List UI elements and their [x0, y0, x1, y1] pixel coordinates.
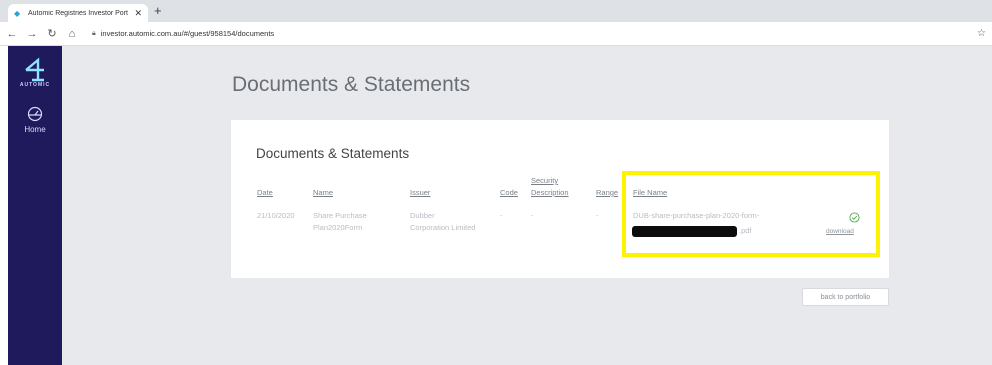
card-title: Documents & Statements — [256, 146, 410, 161]
main-content: Documents & Statements Documents & State… — [62, 46, 992, 365]
column-header-security-line1[interactable]: Security — [531, 176, 558, 186]
column-header-name[interactable]: Name — [313, 188, 333, 198]
new-tab-button[interactable]: + — [154, 4, 162, 18]
row-security-description: - — [531, 211, 534, 220]
page-title: Documents & Statements — [232, 73, 471, 96]
column-header-security-line2[interactable]: Description — [531, 188, 569, 198]
row-name-line2: Plan2020Form — [313, 223, 363, 232]
url-field[interactable]: 🔒︎ investor.automic.com.au/#/guest/95815… — [92, 29, 274, 38]
browser-tab[interactable]: ◆ Automic Registries Investor Port ✕ — [8, 4, 148, 22]
row-code: - — [500, 211, 503, 220]
home-gauge-icon[interactable] — [27, 106, 43, 122]
home-browser-icon[interactable]: ⌂ — [64, 28, 80, 40]
highlight-box — [622, 171, 880, 257]
column-header-range[interactable]: Range — [596, 188, 618, 198]
lock-icon: 🔒︎ — [92, 29, 96, 37]
reload-icon[interactable]: ↻ — [44, 27, 60, 40]
forward-arrow-icon[interactable]: → — [24, 28, 40, 40]
row-issuer-line1: Dubber — [410, 211, 435, 220]
automic-favicon-icon: ◆ — [14, 8, 21, 18]
documents-card: Documents & Statements Date Name Issuer … — [231, 120, 889, 278]
browser-tab-bar: ◆ Automic Registries Investor Port ✕ + — [0, 0, 992, 22]
row-name-line1: Share Purchase — [313, 211, 367, 220]
back-arrow-icon[interactable]: ← — [4, 28, 20, 40]
sidebar-item-home[interactable]: Home — [8, 125, 62, 134]
back-to-portfolio-button[interactable]: back to portfolio — [802, 288, 889, 306]
column-header-issuer[interactable]: Issuer — [410, 188, 430, 198]
sidebar: AUTOMIC Home — [8, 46, 62, 365]
row-issuer-line2: Corporation Limited — [410, 223, 476, 232]
column-header-code[interactable]: Code — [500, 188, 518, 198]
row-date: 21/10/2020 — [257, 211, 295, 220]
address-bar: ← → ↻ ⌂ 🔒︎ investor.automic.com.au/#/gue… — [0, 22, 992, 46]
close-tab-icon[interactable]: ✕ — [134, 8, 142, 19]
row-range: - — [596, 211, 599, 220]
url-text: investor.automic.com.au/#/guest/958154/d… — [100, 29, 275, 38]
tab-title: Automic Registries Investor Port — [28, 9, 128, 17]
bookmark-star-icon[interactable]: ☆ — [977, 28, 986, 39]
column-header-date[interactable]: Date — [257, 188, 273, 198]
logo-text: AUTOMIC — [19, 82, 51, 88]
